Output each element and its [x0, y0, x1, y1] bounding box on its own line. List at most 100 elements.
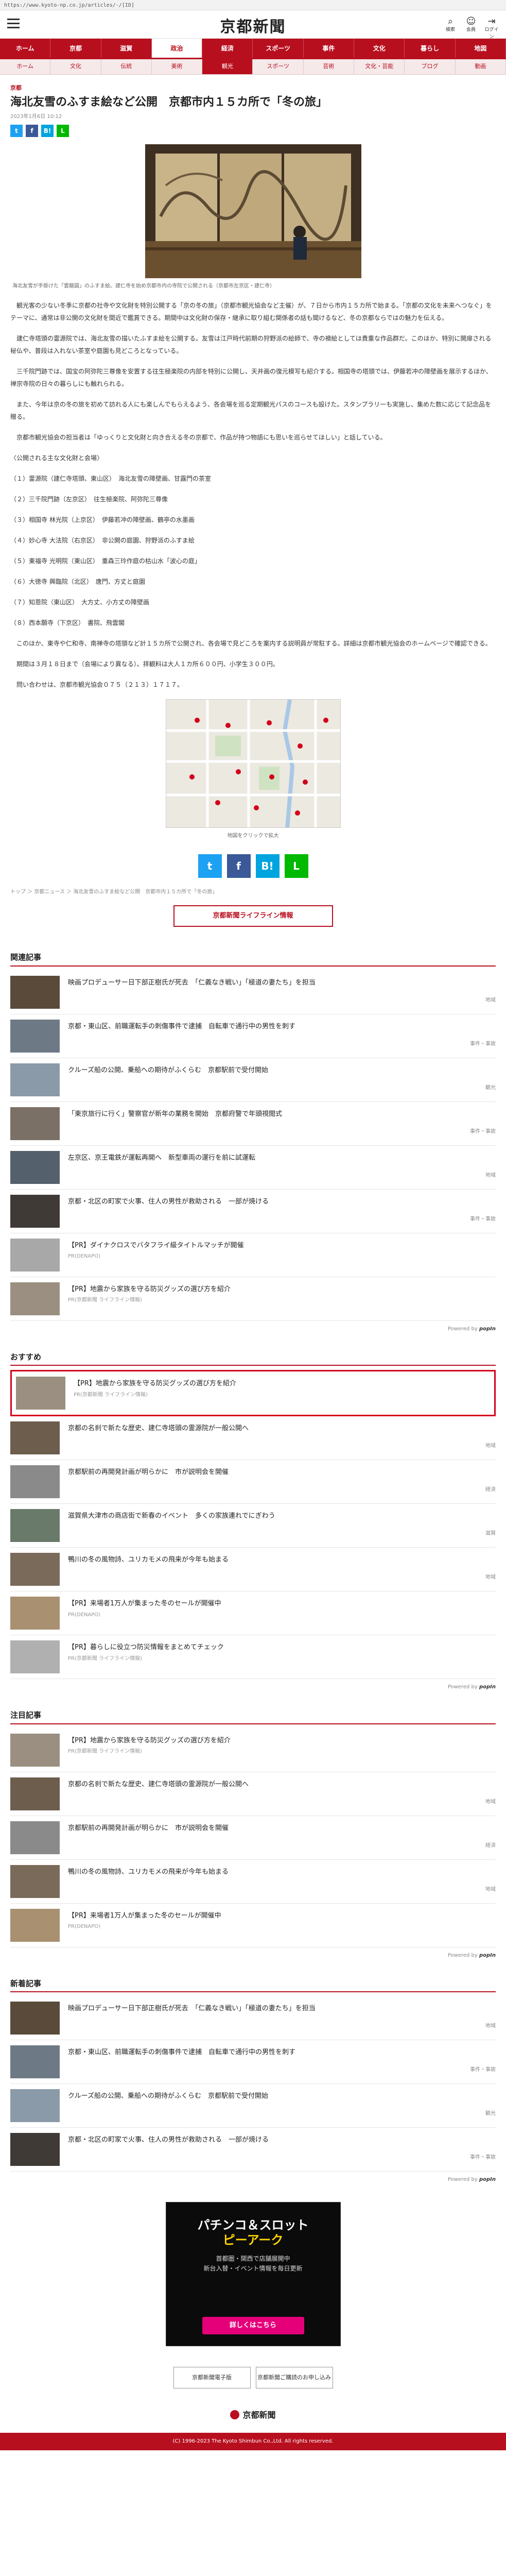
news-headline[interactable]: 【PR】来場者1万人が集まった冬のセールが開催中 PR(DENAPO): [68, 1909, 465, 1931]
news-item[interactable]: 鴨川の冬の風物詩、ユリカモメの飛来が今年も始まる 地域: [10, 1548, 496, 1592]
nav-item[interactable]: 文化: [354, 39, 405, 58]
news-thumbnail[interactable]: [16, 1377, 65, 1410]
nav-item[interactable]: 暮らし: [405, 39, 456, 58]
subnav-item[interactable]: 観光: [202, 59, 253, 74]
news-headline[interactable]: クルーズ船の公開、乗船への期待がふくらむ 京都駅前で受付開始: [68, 1063, 465, 1076]
news-item[interactable]: 映画プロデューサー日下部正樹氏が死去 「仁義なき戦い」「極道の妻たち」を担当 地域: [10, 1996, 496, 2041]
article-category[interactable]: 京都: [10, 84, 496, 93]
news-thumbnail[interactable]: [10, 1597, 60, 1630]
sponsored-item[interactable]: 【PR】来場者1万人が集まった冬のセールが開催中 PR(DENAPO): [10, 1904, 496, 1947]
news-headline[interactable]: 【PR】地震から家族を守る防災グッズの選び方を紹介 PR(京都新聞 ライフライン情…: [68, 1282, 465, 1304]
article-photo[interactable]: [145, 144, 361, 279]
twitter-share-icon[interactable]: t: [198, 854, 222, 878]
news-item[interactable]: 京都の名刹で新たな歴史、建仁寺塔頭の霊源院が一般公開へ 地域: [10, 1416, 496, 1461]
header-icon-1[interactable]: ☺ 会員: [464, 16, 478, 41]
news-thumbnail[interactable]: [10, 1640, 60, 1674]
subnav-item[interactable]: ブログ: [405, 59, 456, 74]
footer-link-button[interactable]: 京都新聞ご購読のお申し込み: [255, 2367, 333, 2389]
news-headline[interactable]: 京都・北区の町家で火事、住人の男性が救助される 一部が焼ける: [68, 2133, 465, 2145]
subnav-item[interactable]: ホーム: [0, 59, 51, 74]
news-item[interactable]: 京都・東山区、前職運転手の刺傷事件で逮捕 自転車で通行中の男性を刺す 事件・事故: [10, 1014, 496, 1058]
news-item[interactable]: 京都・東山区、前職運転手の刺傷事件で逮捕 自転車で通行中の男性を刺す 事件・事故: [10, 2040, 496, 2084]
news-thumbnail[interactable]: [10, 1238, 60, 1272]
news-item[interactable]: 映画プロデューサー日下部正樹氏が死去 「仁義なき戦い」「極道の妻たち」を担当 地域: [10, 971, 496, 1014]
news-headline[interactable]: 映画プロデューサー日下部正樹氏が死去 「仁義なき戦い」「極道の妻たち」を担当: [68, 976, 465, 988]
hatena-share-icon[interactable]: B!: [255, 854, 280, 878]
browser-url-bar[interactable]: https://www.kyoto-np.co.jp/articles/-/[I…: [0, 0, 506, 10]
nav-item[interactable]: 政治: [151, 39, 203, 58]
site-logo[interactable]: 京都新聞: [0, 15, 506, 39]
subnav-item[interactable]: 芸術: [304, 59, 355, 74]
sponsored-item[interactable]: 【PR】暮らしに役立つ防災情報をまとめてチェック PR(京都新聞 ライフライン情報…: [10, 1635, 496, 1680]
footer-link-button[interactable]: 京都新聞電子版: [173, 2367, 251, 2389]
news-item[interactable]: 鴨川の冬の風物詩、ユリカモメの飛来が今年も始まる 地域: [10, 1860, 496, 1904]
news-headline[interactable]: 【PR】地震から家族を守る防災グッズの選び方を紹介 PR(京都新聞 ライフライン情…: [68, 1734, 465, 1756]
news-thumbnail[interactable]: [10, 2045, 60, 2079]
news-thumbnail[interactable]: [10, 1019, 60, 1053]
news-item[interactable]: 京都駅前の再開発計画が明らかに 市が説明会を開催 経済: [10, 1460, 496, 1504]
news-thumbnail[interactable]: [10, 1150, 60, 1184]
nav-item[interactable]: 滋賀: [101, 39, 152, 58]
news-thumbnail[interactable]: [10, 2002, 60, 2035]
news-item[interactable]: 京都・北区の町家で火事、住人の男性が救助される 一部が焼ける 事件・事故: [10, 1190, 496, 1233]
news-headline[interactable]: 京都駅前の再開発計画が明らかに 市が説明会を開催: [68, 1465, 465, 1478]
news-thumbnail[interactable]: [10, 2089, 60, 2123]
twitter-share-icon[interactable]: t: [10, 125, 23, 138]
news-headline[interactable]: 京都の名刹で新たな歴史、建仁寺塔頭の霊源院が一般公開へ: [68, 1777, 465, 1790]
subnav-item[interactable]: 美術: [152, 59, 203, 74]
news-headline[interactable]: 【PR】ダイナクロスでバタフライ級タイトルマッチが開催 PR(DENAPO): [68, 1239, 465, 1261]
news-headline[interactable]: 鴨川の冬の風物詩、ユリカモメの飛来が今年も始まる: [68, 1865, 465, 1877]
line-share-icon[interactable]: L: [57, 125, 69, 138]
line-share-icon[interactable]: L: [284, 854, 308, 878]
header-icon-0[interactable]: ⌕ 検索: [443, 16, 458, 41]
footer-logo[interactable]: 京都新聞: [0, 2409, 506, 2421]
news-headline[interactable]: 京都・北区の町家で火事、住人の男性が救助される 一部が焼ける: [68, 1195, 465, 1207]
ad-cta-button[interactable]: 詳しくはこちら: [202, 2317, 304, 2335]
news-headline[interactable]: 【PR】来場者1万人が集まった冬のセールが開催中 PR(DENAPO): [68, 1597, 465, 1619]
nav-item[interactable]: 事件: [303, 39, 355, 58]
news-thumbnail[interactable]: [10, 1821, 60, 1854]
sponsored-item[interactable]: 【PR】来場者1万人が集まった冬のセールが開催中 PR(DENAPO): [10, 1591, 496, 1636]
nav-item[interactable]: スポーツ: [253, 39, 304, 58]
news-headline[interactable]: 映画プロデューサー日下部正樹氏が死去 「仁義なき戦い」「極道の妻たち」を担当: [68, 2002, 465, 2014]
news-headline[interactable]: 滋賀県大津市の商店街で新春のイベント 多くの家族連れでにぎわう: [68, 1509, 465, 1521]
news-headline[interactable]: 鴨川の冬の風物詩、ユリカモメの飛来が今年も始まる: [68, 1553, 465, 1565]
news-item[interactable]: クルーズ船の公開、乗船への期待がふくらむ 京都駅前で受付開始 観光: [10, 1058, 496, 1102]
news-headline[interactable]: 「東京旅行に行く」警察官が新年の業務を開始 京都府警で年頭視閲式: [68, 1107, 465, 1120]
nav-item[interactable]: ホーム: [0, 39, 51, 58]
nav-item[interactable]: 京都: [50, 39, 101, 58]
sponsored-item[interactable]: 【PR】地震から家族を守る防災グッズの選び方を紹介 PR(京都新聞 ライフライン情…: [10, 1728, 496, 1772]
subnav-item[interactable]: 文化: [50, 59, 101, 74]
hatena-share-icon[interactable]: B!: [41, 125, 54, 138]
news-thumbnail[interactable]: [10, 1465, 60, 1499]
news-thumbnail[interactable]: [10, 1908, 60, 1942]
news-thumbnail[interactable]: [10, 1509, 60, 1543]
subnav-item[interactable]: スポーツ: [253, 59, 304, 74]
news-item[interactable]: 「東京旅行に行く」警察官が新年の業務を開始 京都府警で年頭視閲式 事件・事故: [10, 1102, 496, 1146]
news-thumbnail[interactable]: [10, 1865, 60, 1898]
news-headline[interactable]: 京都・東山区、前職運転手の刺傷事件で逮捕 自転車で通行中の男性を刺す: [68, 2045, 465, 2058]
news-headline[interactable]: クルーズ船の公開、乗船への期待がふくらむ 京都駅前で受付開始: [68, 2089, 465, 2102]
news-headline[interactable]: 左京区、京王電鉄が運転再開へ 新型車両の運行を前に試運転: [68, 1151, 465, 1163]
news-headline[interactable]: 京都駅前の再開発計画が明らかに 市が説明会を開催: [68, 1821, 465, 1834]
news-item[interactable]: 滋賀県大津市の商店街で新春のイベント 多くの家族連れでにぎわう 滋賀: [10, 1504, 496, 1548]
news-thumbnail[interactable]: [10, 1107, 60, 1140]
news-headline[interactable]: 【PR】暮らしに役立つ防災情報をまとめてチェック PR(京都新聞 ライフライン情報…: [68, 1640, 465, 1663]
venue-map[interactable]: [165, 699, 341, 828]
subnav-item[interactable]: 動画: [456, 59, 506, 74]
news-item[interactable]: 左京区、京王電鉄が運転再開へ 新型車両の運行を前に試運転 地域: [10, 1146, 496, 1190]
news-thumbnail[interactable]: [10, 1421, 60, 1455]
sponsored-item[interactable]: 【PR】ダイナクロスでバタフライ級タイトルマッチが開催 PR(DENAPO): [10, 1233, 496, 1277]
news-thumbnail[interactable]: [10, 1063, 60, 1096]
subnav-item[interactable]: 伝統: [101, 59, 152, 74]
header-icon-2[interactable]: ⇥ ログイン: [484, 16, 499, 41]
news-item[interactable]: 京都駅前の再開発計画が明らかに 市が説明会を開催 経済: [10, 1816, 496, 1860]
news-thumbnail[interactable]: [10, 975, 60, 1009]
news-headline[interactable]: 京都の名刹で新たな歴史、建仁寺塔頭の霊源院が一般公開へ: [68, 1421, 465, 1434]
news-headline[interactable]: 【PR】地震から家族を守る防災グッズの選び方を紹介 PR(京都新聞 ライフライン情…: [74, 1377, 459, 1399]
facebook-share-icon[interactable]: f: [26, 125, 38, 138]
news-item[interactable]: 京都・北区の町家で火事、住人の男性が救助される 一部が焼ける 事件・事故: [10, 2128, 496, 2172]
news-thumbnail[interactable]: [10, 2133, 60, 2166]
news-headline[interactable]: 京都・東山区、前職運転手の刺傷事件で逮捕 自転車で通行中の男性を刺す: [68, 1020, 465, 1032]
news-thumbnail[interactable]: [10, 1194, 60, 1228]
